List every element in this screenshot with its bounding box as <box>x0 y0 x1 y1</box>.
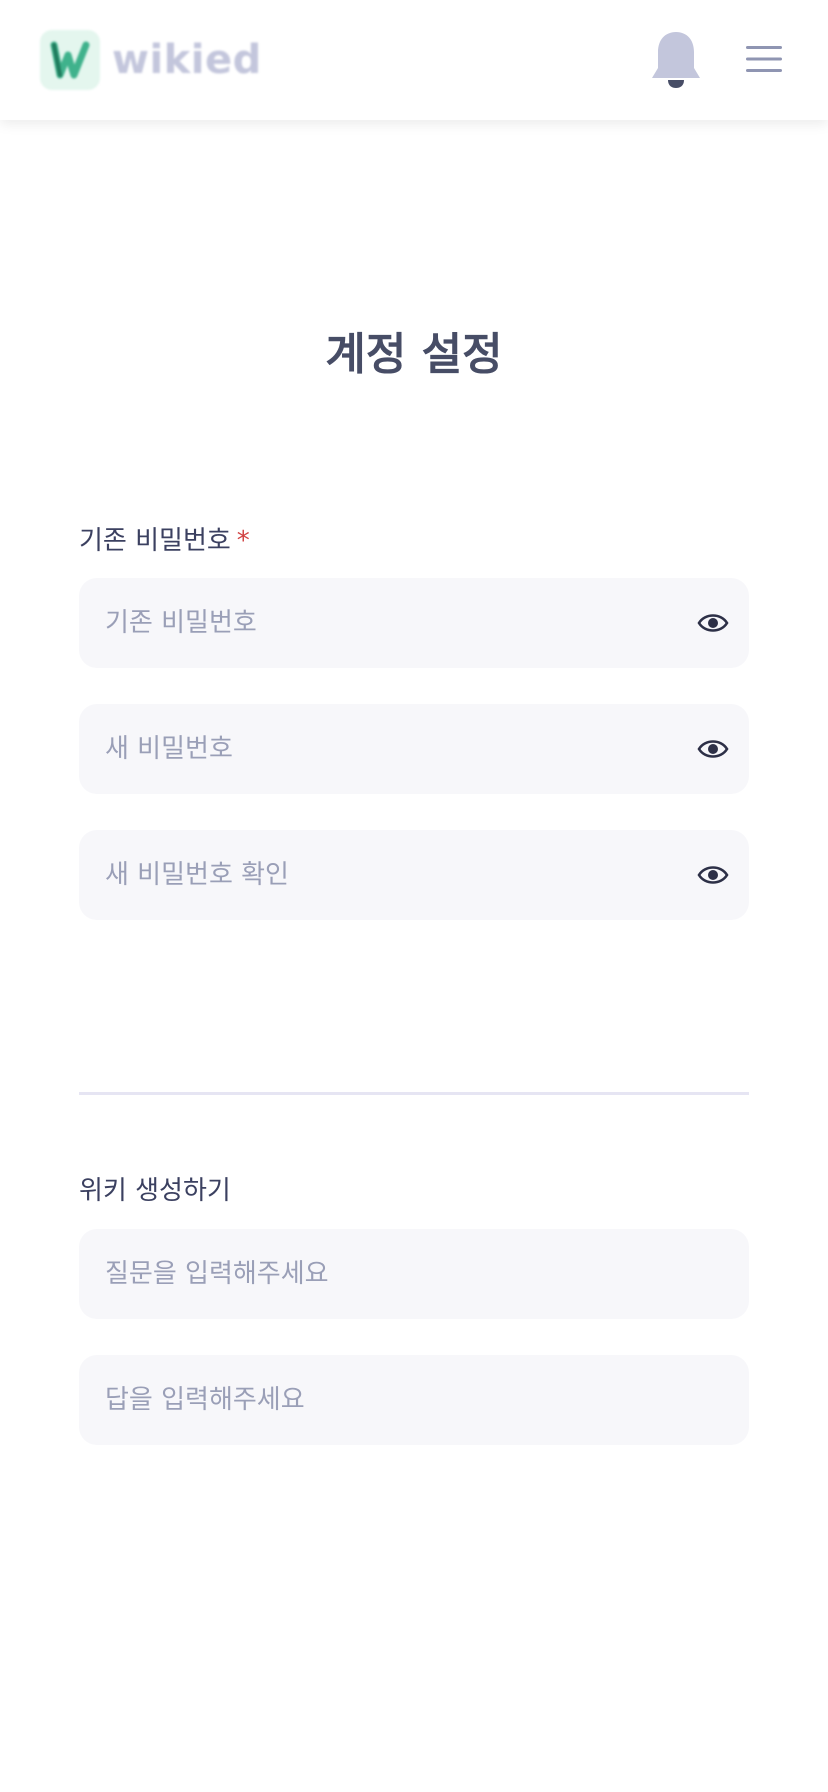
current-password-label-text: 기존 비밀번호 <box>79 526 231 556</box>
current-password-label: 기존 비밀번호 * <box>79 520 250 557</box>
eye-icon[interactable] <box>697 735 729 763</box>
answer-field[interactable] <box>79 1355 749 1445</box>
current-password-input[interactable] <box>105 608 665 638</box>
required-mark: * <box>236 526 250 556</box>
logo-w-mark-icon <box>50 41 90 79</box>
hamburger-menu-icon[interactable] <box>746 44 782 74</box>
question-field[interactable] <box>79 1229 749 1319</box>
question-input[interactable] <box>105 1259 665 1289</box>
section-divider <box>79 1092 749 1095</box>
new-password-field[interactable] <box>79 704 749 794</box>
new-password-input[interactable] <box>105 734 665 764</box>
eye-icon[interactable] <box>697 861 729 889</box>
confirm-new-password-field[interactable] <box>79 830 749 920</box>
answer-input[interactable] <box>105 1385 665 1415</box>
logo-text: wikied <box>112 37 262 83</box>
page-title: 계정 설정 <box>325 329 503 380</box>
bell-icon[interactable] <box>648 30 704 90</box>
eye-icon[interactable] <box>697 609 729 637</box>
wikied-logo[interactable]: wikied <box>40 30 262 90</box>
wiki-create-label: 위키 생성하기 <box>79 1176 231 1206</box>
confirm-new-password-input[interactable] <box>105 860 665 890</box>
current-password-field[interactable] <box>79 578 749 668</box>
top-navigation-bar: wikied <box>0 0 828 120</box>
logo-badge <box>40 30 100 90</box>
